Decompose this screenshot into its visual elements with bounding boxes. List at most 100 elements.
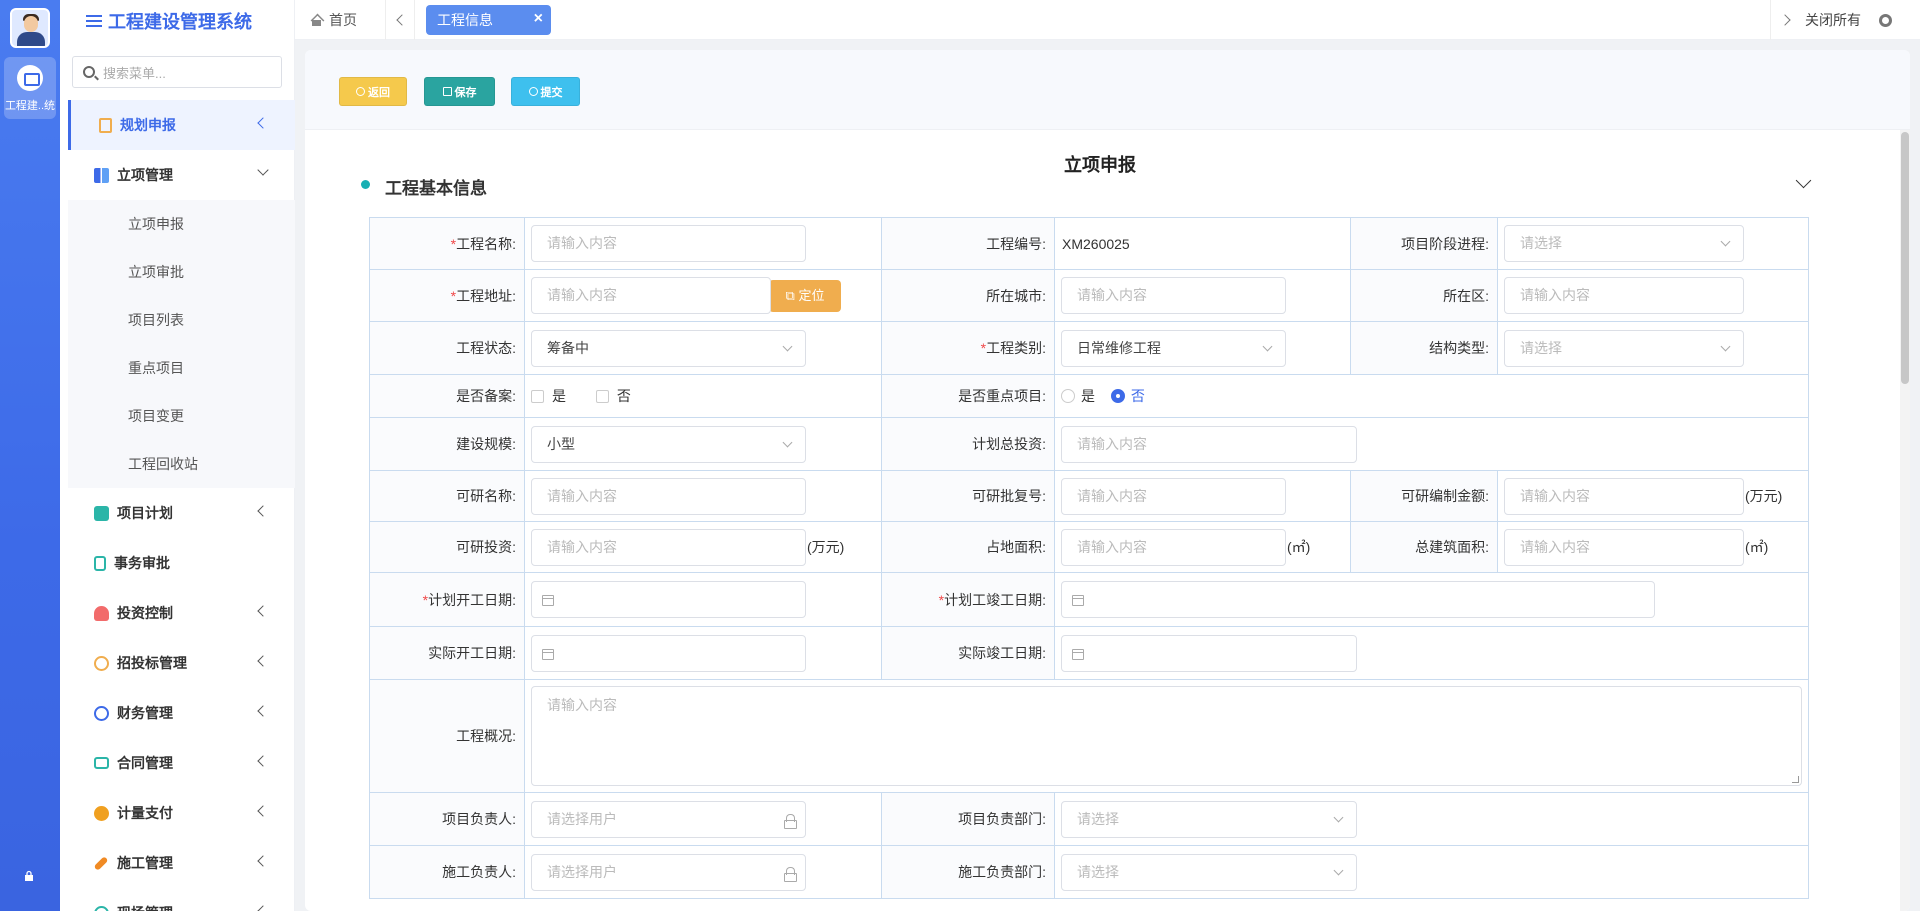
locate-button[interactable]: ⧉ 定位	[769, 279, 841, 312]
sidebar-item-label: 立项管理	[117, 167, 173, 183]
search-icon	[83, 66, 95, 78]
sidebar-item-finance[interactable]: 财务管理	[60, 688, 295, 738]
total-invest-input[interactable]: 请输入内容	[1061, 425, 1357, 463]
sidebar-item-project-mgmt[interactable]: 立项管理	[60, 150, 295, 200]
project-code-value: XM260025	[1062, 235, 1130, 252]
unit-sqm: (㎡)	[1287, 539, 1311, 555]
pm-user-picker[interactable]: 请选择用户	[531, 800, 806, 838]
tab-home[interactable]: 首页	[310, 0, 357, 40]
key-yes-label: 是	[1081, 388, 1095, 404]
label-stage: 项目阶段进程:	[1350, 217, 1498, 270]
land-area-input[interactable]: 请输入内容	[1061, 528, 1286, 566]
project-form: *工程名称: 请输入内容 工程编号: XM260025 项目阶段进程: 请选择 …	[369, 217, 1809, 899]
coin-icon	[94, 805, 109, 821]
avatar[interactable]	[10, 8, 50, 48]
sidebar-item-affairs-approval[interactable]: 事务审批	[60, 538, 295, 588]
lock-icon[interactable]	[23, 870, 35, 882]
form-icon	[94, 555, 106, 571]
plan-end-date-picker[interactable]	[1061, 581, 1655, 618]
label-actual-start: 实际开工日期:	[369, 626, 525, 680]
sidebar-item-bidding[interactable]: 招投标管理	[60, 638, 295, 688]
locate-icon: ⧉	[785, 287, 799, 303]
submenu-item[interactable]: 立项审批	[68, 248, 295, 296]
vertical-scrollbar[interactable]	[1900, 130, 1910, 911]
system-title-text: 工程建设管理系统	[108, 12, 252, 32]
app-switcher-item[interactable]: 工程建..统	[4, 57, 56, 119]
sidebar-item-invest-control[interactable]: 投资控制	[60, 588, 295, 638]
back-button[interactable]: 返回	[339, 77, 407, 106]
submenu-project-mgmt: 立项申报 立项审批 项目列表 重点项目 项目变更 工程回收站	[68, 200, 295, 488]
chevron-left-icon	[257, 117, 269, 129]
calendar-icon	[542, 648, 554, 660]
menu-search-input[interactable]: 搜索菜单...	[72, 56, 282, 88]
scale-value: 小型	[547, 435, 575, 452]
filed-no-checkbox[interactable]	[595, 389, 609, 403]
sidebar-item-contract[interactable]: 合同管理	[60, 738, 295, 788]
sidebar-item-construction[interactable]: 施工管理	[60, 838, 295, 888]
tab-label: 工程信息	[437, 12, 493, 28]
actual-start-date-picker[interactable]	[531, 634, 806, 672]
wrench-icon	[93, 855, 109, 871]
district-input[interactable]: 请输入内容	[1504, 277, 1744, 314]
close-all-tabs[interactable]: 关闭所有	[1805, 0, 1892, 40]
submit-button[interactable]: 提交	[511, 77, 580, 106]
plan-start-date-picker[interactable]	[531, 581, 806, 618]
sidebar-item-project-plan[interactable]: 项目计划	[60, 488, 295, 538]
label-plan-start: *计划开工日期:	[369, 572, 525, 627]
filed-yes-checkbox[interactable]	[531, 389, 544, 403]
fs-invest-input[interactable]: 请输入内容	[531, 528, 806, 566]
key-no-radio[interactable]	[1110, 389, 1125, 403]
tab-project-info[interactable]: 工程信息 ×	[426, 5, 551, 35]
system-title[interactable]: 工程建设管理系统	[86, 8, 252, 34]
sidebar-item-label: 计量支付	[117, 805, 173, 821]
actual-end-date-picker[interactable]	[1061, 634, 1357, 672]
project-name-input[interactable]: 请输入内容	[531, 225, 806, 262]
cm-user-picker[interactable]: 请选择用户	[531, 853, 806, 891]
sidebar: 工程建设管理系统 搜索菜单... 规划申报 立项管理 立项申报 立项审批 项目列…	[60, 0, 295, 911]
fs-amount-input[interactable]: 请输入内容	[1504, 477, 1744, 515]
list-icon	[442, 87, 452, 96]
submenu-item[interactable]: 项目列表	[68, 296, 295, 344]
sidebar-item-site[interactable]: 现场管理	[60, 888, 295, 911]
stage-select[interactable]: 请选择	[1504, 225, 1744, 262]
user-icon	[94, 605, 109, 621]
lock-icon	[784, 866, 797, 882]
sidebar-item-payment[interactable]: 计量支付	[60, 788, 295, 838]
pm-dept-select[interactable]: 请选择	[1061, 800, 1357, 838]
sidebar-item-label: 规划申报	[120, 117, 176, 133]
sidebar-item-plan-report[interactable]: 规划申报	[68, 100, 295, 150]
chevron-down-icon	[1262, 341, 1273, 351]
building-area-input[interactable]: 请输入内容	[1504, 528, 1744, 566]
chevron-left-icon	[257, 905, 269, 911]
locate-label: 定位	[798, 287, 825, 303]
close-icon[interactable]: ×	[534, 10, 543, 28]
scale-select[interactable]: 小型	[531, 425, 806, 463]
fs-reply-input[interactable]: 请输入内容	[1061, 477, 1286, 515]
calendar-icon	[542, 595, 554, 606]
scrollbar-thumb[interactable]	[1901, 132, 1909, 384]
chevron-left-icon	[257, 705, 269, 717]
submenu-item[interactable]: 重点项目	[68, 344, 295, 392]
tabs-scroll-right[interactable]	[1770, 0, 1800, 40]
tabs-scroll-left[interactable]	[385, 0, 415, 40]
structure-select[interactable]: 请选择	[1504, 329, 1744, 367]
home-icon	[310, 14, 323, 26]
city-input[interactable]: 请输入内容	[1061, 277, 1286, 314]
submenu-item[interactable]: 项目变更	[68, 392, 295, 440]
status-select[interactable]: 筹备中	[531, 329, 806, 367]
address-input[interactable]: 请输入内容	[531, 277, 771, 314]
submenu-item[interactable]: 工程回收站	[68, 440, 295, 488]
overview-textarea[interactable]: 请输入内容	[531, 686, 1802, 786]
fs-name-input[interactable]: 请输入内容	[531, 477, 806, 515]
key-yes-radio[interactable]	[1061, 389, 1075, 403]
briefcase-icon	[94, 757, 109, 769]
menu-search-placeholder: 搜索菜单...	[103, 65, 166, 81]
thumbs-up-icon	[94, 505, 109, 521]
label-filed: 是否备案:	[369, 374, 525, 418]
submenu-item[interactable]: 立项申报	[68, 200, 295, 248]
sidebar-item-label: 投资控制	[117, 605, 173, 621]
category-select[interactable]: 日常维修工程	[1061, 329, 1286, 367]
cm-dept-select[interactable]: 请选择	[1061, 853, 1357, 891]
gear-icon[interactable]	[1879, 13, 1892, 27]
save-button[interactable]: 保存	[424, 77, 495, 106]
